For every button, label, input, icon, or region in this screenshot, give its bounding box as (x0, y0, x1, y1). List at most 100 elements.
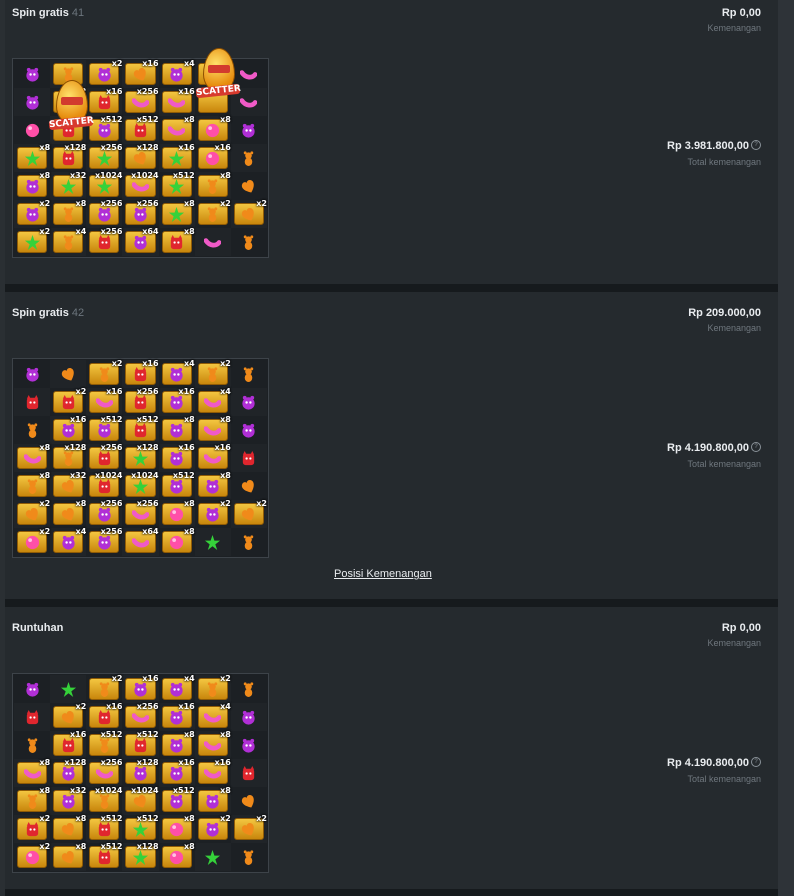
red-devil-icon (96, 821, 113, 838)
help-icon[interactable]: ? (751, 140, 761, 150)
purple-monster-icon (240, 422, 257, 439)
multiplier-label: x16 (142, 674, 159, 683)
multiplier-label: x16 (178, 758, 195, 767)
win-amount-label: Kemenangan (707, 23, 761, 33)
multiplier-label: x16 (69, 115, 87, 124)
multiplier-label: x256 (136, 387, 159, 396)
scrollbar-track[interactable] (778, 0, 794, 896)
grid-cell: x8 (14, 786, 51, 815)
grid-cell: x256 (86, 499, 123, 528)
orange-heart-candy-icon (240, 821, 257, 838)
purple-monster-icon (168, 422, 185, 439)
multiplier-label: x512 (136, 814, 159, 823)
multiplier-label: x8 (75, 499, 87, 508)
multiplier-label: x8 (183, 115, 195, 124)
orange-bear-icon (96, 681, 113, 698)
red-devil-icon (60, 150, 77, 167)
help-icon[interactable]: ? (751, 442, 761, 452)
multiplier-label: x8 (220, 730, 231, 739)
pink-round-candy-icon (24, 122, 41, 139)
multiplier-label: x128 (64, 143, 87, 152)
grid-cell: x2 (14, 842, 50, 871)
multiplier-label: x512 (172, 171, 195, 180)
grid-cell: x512 (86, 842, 122, 871)
grid-cell: x8 (159, 227, 195, 256)
multiplier-label: x8 (220, 786, 231, 795)
purple-monster-icon (168, 737, 185, 754)
green-star-candy-icon (132, 849, 149, 866)
win-amount-label: Kemenangan (707, 323, 761, 333)
orange-bear-icon (204, 178, 221, 195)
grid-cell: x512 (86, 415, 122, 444)
grid-cell: x16 (122, 674, 159, 703)
multiplier-label: x8 (183, 227, 195, 236)
orange-heart-candy-icon (60, 478, 77, 495)
pink-bean-candy-icon (204, 422, 222, 439)
multiplier-label: x16 (106, 387, 123, 396)
help-icon[interactable]: ? (751, 757, 761, 767)
grid-cell (230, 444, 267, 472)
spin-panel-41: Spin gratis 41 Rp 0,00 Kemenangan x2 x16 x4… (5, 0, 778, 284)
spin-number: 42 (71, 307, 85, 319)
red-devil-icon (60, 394, 77, 411)
purple-monster-icon (60, 422, 77, 439)
tumble-panel: Runtuhan Rp 0,00 Kemenangan x2 x16 x4 x2 x2 x… (5, 607, 778, 889)
grid-cell: x512 (122, 814, 159, 843)
grid-cell: x2 (14, 814, 51, 843)
grid-cell: x512 (86, 115, 122, 144)
multiplier-label: x2 (75, 387, 87, 396)
orange-bear-icon (240, 234, 257, 251)
grid-cell (230, 144, 267, 172)
grid-cell: x8 (158, 199, 195, 228)
green-star-candy-icon (132, 478, 149, 495)
grid-cell: x8 (159, 842, 195, 871)
grid-cell (14, 88, 51, 116)
panel-title: Runtuhan (12, 622, 64, 634)
multiplier-label: x2 (39, 199, 51, 208)
grid-cell: x512 (86, 814, 123, 843)
multiplier-label: x256 (136, 199, 159, 208)
grid-cell: x1024 (86, 171, 123, 200)
grid-cell (230, 88, 267, 116)
win-amount: Rp 0,00 (721, 622, 761, 634)
grid-cell: x64 (122, 227, 159, 256)
multiplier-label: x256 (136, 499, 159, 508)
grid-cell: x256 (86, 199, 123, 228)
multiplier-label: x1024 (94, 171, 123, 180)
green-star-candy-icon (168, 150, 185, 167)
grid-cell: x4 (159, 359, 195, 388)
spin-number: 41 (71, 7, 85, 19)
multiplier-label: x16 (178, 387, 195, 396)
grid-cell (14, 388, 51, 416)
grid-cell (231, 787, 267, 815)
purple-monster-icon (96, 122, 113, 139)
pink-bean-candy-icon (204, 709, 222, 726)
winning-positions-link[interactable]: Posisi Kemenangan (334, 568, 432, 580)
grid-cell: x512 (86, 730, 122, 759)
multiplier-label: x2 (220, 359, 231, 368)
multiplier-label: x8 (39, 786, 51, 795)
grid-cell: x256 (122, 387, 159, 416)
grid-cell: x16 (195, 143, 231, 172)
pink-bean-candy-icon (131, 94, 149, 111)
grid-cell: x2 (194, 59, 231, 88)
grid-cell (194, 843, 231, 871)
orange-bear-icon (240, 366, 257, 383)
pink-bean-candy-icon (204, 450, 222, 467)
orange-bear-icon (24, 793, 41, 810)
reel-grid: x2 x16 x4 x2 x2 x16 x256 x16 x4 x16 x512 x512 x8 x8 x8… (12, 358, 269, 558)
grid-cell: x2 (86, 359, 122, 388)
multiplier-label: x2 (111, 674, 123, 683)
grid-cell: x16 (158, 702, 195, 731)
reel-grid: x2 x16 x4 x2 x2 x16 x256 x16 x4 x16 x512 x512 x8 x8 x8… (12, 673, 269, 873)
grid-cell: x256 (86, 758, 123, 787)
multiplier-label: x2 (75, 702, 87, 711)
grid-cell (14, 416, 50, 444)
orange-heart-candy-icon (60, 849, 77, 866)
grid-cell: x8 (194, 415, 231, 444)
multiplier-label: x2 (39, 814, 51, 823)
grid-cell: x8 (50, 499, 87, 528)
multiplier-label: x2 (256, 499, 267, 508)
purple-monster-icon (168, 366, 185, 383)
multiplier-label: x16 (214, 143, 231, 152)
